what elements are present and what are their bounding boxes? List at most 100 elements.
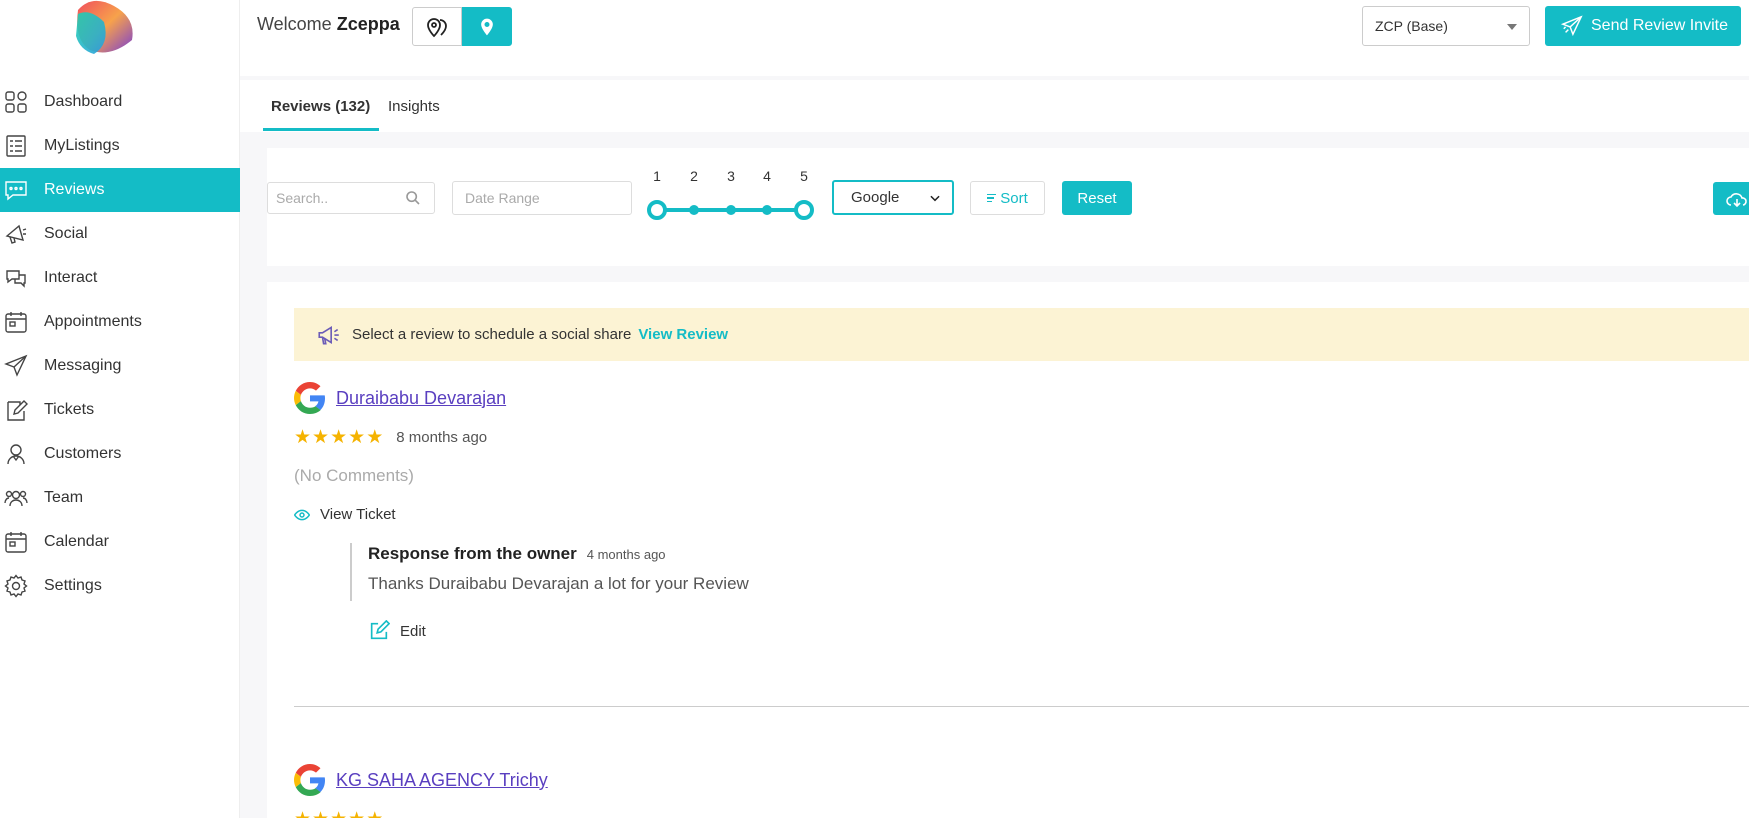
team-icon (4, 486, 28, 510)
customer-icon (4, 442, 28, 466)
brand-logo[interactable] (70, 0, 140, 58)
star-icon: ★ (294, 810, 311, 818)
rating-label-5: 5 (800, 168, 808, 184)
star-icon: ★ (366, 426, 384, 448)
sidebar-item-label: Tickets (44, 401, 95, 418)
location-select[interactable]: ZCP (Base) (1362, 6, 1530, 46)
sidebar-item-tickets[interactable]: Tickets (0, 388, 240, 432)
paper-plane-icon (1561, 15, 1583, 37)
welcome-text: Welcome Zceppa (257, 14, 400, 34)
search-icon[interactable] (405, 190, 421, 206)
sidebar-item-label: MyListings (44, 137, 120, 154)
rating-tick (726, 205, 736, 215)
gear-icon (4, 574, 28, 598)
sidebar-item-label: Reviews (44, 181, 105, 198)
star-icon: ★ (312, 810, 329, 818)
rating-label-3: 3 (727, 168, 735, 184)
tab-reviews[interactable]: Reviews (132) (271, 98, 370, 115)
single-location-button[interactable] (462, 7, 512, 46)
sort-button[interactable]: Sort (970, 181, 1045, 215)
download-button[interactable] (1713, 182, 1749, 215)
sidebar-nav: Dashboard MyListings Reviews Social Inte… (0, 80, 240, 608)
social-share-banner: Select a review to schedule a social sha… (294, 308, 1749, 361)
pin-icon (481, 18, 493, 35)
reviewer-name-link[interactable]: KG SAHA AGENCY Trichy (336, 770, 548, 791)
star-icon: ★ (312, 426, 330, 448)
response-title: Response from the owner (368, 544, 577, 563)
chat-icon (4, 266, 28, 290)
response-time: 4 months ago (586, 547, 666, 562)
rating-range-slider[interactable]: 1 2 3 4 5 (647, 168, 814, 228)
star-icon: ★ (348, 426, 366, 448)
sidebar-item-label: Social (44, 225, 88, 242)
sidebar-item-mylistings[interactable]: MyListings (0, 124, 240, 168)
chevron-down-icon (930, 195, 940, 202)
sort-icon (987, 192, 997, 205)
rating-max-handle[interactable] (794, 200, 814, 220)
view-review-link[interactable]: View Review (638, 326, 728, 343)
sidebar-item-dashboard[interactable]: Dashboard (0, 80, 240, 124)
sidebar-item-appointments[interactable]: Appointments (0, 300, 240, 344)
sidebar-item-interact[interactable]: Interact (0, 256, 240, 300)
reset-button[interactable]: Reset (1062, 181, 1132, 215)
sidebar-item-social[interactable]: Social (0, 212, 240, 256)
edit-icon (370, 620, 390, 640)
star-icon: ★ (330, 810, 347, 818)
active-tab-indicator (263, 128, 379, 131)
megaphone-icon (318, 325, 339, 344)
sidebar-item-messaging[interactable]: Messaging (0, 344, 240, 388)
multi-pin-icon (427, 17, 447, 37)
sidebar: Dashboard MyListings Reviews Social Inte… (0, 0, 240, 818)
star-rating: ★ ★ ★ ★ ★ (294, 809, 1749, 818)
rating-label-2: 2 (690, 168, 698, 184)
sidebar-item-label: Customers (44, 445, 122, 462)
send-icon (4, 354, 28, 378)
calendar-icon (4, 530, 28, 554)
star-rating: ★ ★ ★ ★ ★ 8 months ago (294, 427, 1749, 447)
response-text: Thanks Duraibabu Devarajan a lot for you… (368, 574, 749, 593)
review-card: KG SAHA AGENCY Trichy ★ ★ ★ ★ ★ (294, 760, 1749, 818)
star-icon: ★ (366, 810, 383, 818)
review-time: 8 months ago (396, 428, 488, 446)
sidebar-item-customers[interactable]: Customers (0, 432, 240, 476)
send-review-invite-button[interactable]: Send Review Invite (1545, 6, 1741, 46)
review-comment: (No Comments) (294, 466, 414, 485)
sidebar-item-reviews[interactable]: Reviews (0, 168, 240, 212)
calendar-icon (4, 310, 28, 334)
tab-insights[interactable]: Insights (388, 98, 440, 115)
view-ticket-link[interactable]: View Ticket (294, 506, 1749, 523)
rating-min-handle[interactable] (647, 200, 667, 220)
filter-bar: 1 2 3 4 5 Google Sort Reset (267, 148, 1749, 266)
listings-icon (4, 134, 28, 158)
google-logo-icon (294, 382, 325, 414)
review-card: Duraibabu Devarajan ★ ★ ★ ★ ★ 8 months a… (294, 378, 1749, 642)
sidebar-item-label: Team (44, 489, 84, 506)
date-range-input[interactable] (452, 181, 632, 215)
rating-tick (689, 205, 699, 215)
owner-response: Response from the owner 4 months ago Than… (350, 543, 1749, 601)
star-icon: ★ (330, 426, 348, 448)
sidebar-item-team[interactable]: Team (0, 476, 240, 520)
user-name: Zceppa (336, 14, 400, 34)
location-view-toggle (412, 7, 512, 46)
tabs-bar: Reviews (132) Insights (240, 80, 1749, 132)
edit-response-button[interactable]: Edit (368, 620, 1749, 642)
sidebar-item-settings[interactable]: Settings (0, 564, 240, 608)
star-icon: ★ (348, 810, 365, 818)
sidebar-item-label: Dashboard (44, 93, 123, 110)
reviews-icon (4, 178, 28, 202)
eye-icon (294, 509, 310, 520)
sidebar-item-label: Calendar (44, 533, 109, 550)
ticket-icon (4, 398, 28, 422)
source-select[interactable]: Google (832, 180, 954, 215)
rating-label-1: 1 (653, 168, 661, 184)
reviews-list: Select a review to schedule a social sha… (267, 282, 1749, 818)
sidebar-item-label: Interact (44, 269, 98, 286)
top-header: Welcome Zceppa ZCP (Base) Send Review In… (240, 0, 1749, 76)
review-divider (294, 706, 1749, 707)
reviewer-name-link[interactable]: Duraibabu Devarajan (336, 388, 506, 409)
rating-tick (762, 205, 772, 215)
multi-location-button[interactable] (412, 7, 462, 46)
sidebar-item-calendar[interactable]: Calendar (0, 520, 240, 564)
sidebar-item-label: Messaging (44, 357, 122, 374)
